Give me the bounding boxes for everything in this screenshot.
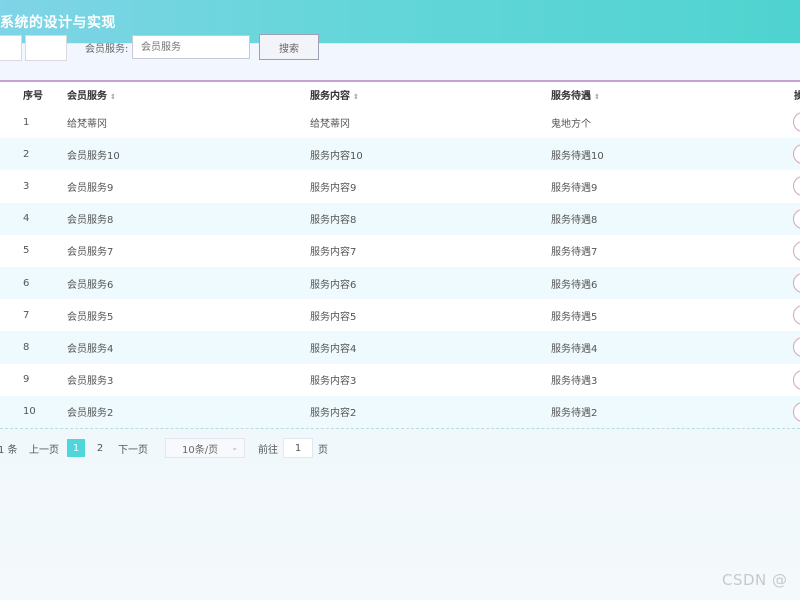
row-index: 1 (23, 116, 30, 128)
row-service: 会员服务6 (67, 279, 114, 291)
column-header-operation: 操 (794, 90, 800, 102)
table-row: 6 会员服务6 服务内容6 服务待遇6 (0, 266, 800, 300)
row-service: 会员服务7 (67, 247, 114, 259)
row-treatment: 服务待遇9 (551, 182, 598, 194)
row-action-button[interactable] (793, 305, 800, 326)
table-row: 10 会员服务2 服务内容2 服务待遇2 (0, 395, 800, 428)
row-service: 会员服务8 (67, 215, 114, 227)
row-index: 9 (23, 374, 30, 386)
row-treatment: 服务待遇10 (551, 150, 604, 162)
toolbar-button-2[interactable] (25, 35, 67, 61)
column-header-index: 序号 (23, 90, 43, 102)
sort-icon[interactable]: ⇕ (110, 93, 116, 101)
row-content: 服务内容6 (310, 279, 357, 291)
member-service-filter-input[interactable] (132, 35, 250, 59)
row-content: 服务内容8 (310, 215, 357, 227)
column-header-content-label: 服务内容 (310, 90, 350, 102)
table-row: 5 会员服务7 服务内容7 服务待遇7 (0, 234, 800, 267)
pagination-page-unit: 页 (318, 445, 328, 456)
row-index: 6 (23, 277, 30, 289)
row-index: 5 (23, 245, 30, 257)
pagination-prev-button[interactable]: 上一页 (29, 441, 59, 456)
table-header: 序号 会员服务 ⇕ 服务内容 ⇕ 服务待遇 ⇕ 操 (0, 82, 800, 106)
sort-icon[interactable]: ⇕ (594, 93, 600, 101)
pagination-page-2[interactable]: 2 (91, 439, 109, 457)
row-service: 会员服务10 (67, 150, 120, 162)
row-index: 7 (23, 309, 30, 321)
row-service: 会员服务9 (67, 182, 114, 194)
row-index: 2 (23, 148, 30, 160)
row-content: 服务内容4 (310, 343, 357, 355)
column-header-content[interactable]: 服务内容 ⇕ (310, 87, 359, 102)
sort-icon[interactable]: ⇕ (353, 93, 359, 101)
row-treatment: 服务待遇2 (551, 408, 598, 420)
row-content: 服务内容5 (310, 311, 357, 323)
row-treatment: 服务待遇7 (551, 247, 598, 259)
row-treatment: 服务待遇4 (551, 343, 598, 355)
row-content: 服务内容7 (310, 247, 357, 259)
column-header-service-label: 会员服务 (67, 90, 107, 102)
row-action-button[interactable] (793, 240, 800, 261)
row-index: 8 (23, 341, 30, 353)
row-content: 服务内容3 (310, 376, 357, 388)
table-row: 8 会员服务4 服务内容4 服务待遇4 (0, 331, 800, 364)
table-row: 7 会员服务5 服务内容5 服务待遇5 (0, 299, 800, 332)
row-action-button[interactable] (793, 369, 800, 390)
row-treatment: 服务待遇8 (551, 215, 598, 227)
row-action-button[interactable] (793, 176, 800, 197)
row-action-button[interactable] (793, 144, 800, 165)
column-header-service[interactable]: 会员服务 ⇕ (67, 87, 116, 102)
toolbar-button-1[interactable] (0, 35, 22, 61)
pagination-page-1[interactable]: 1 (67, 439, 85, 457)
watermark: CSDN @ (722, 571, 788, 589)
column-header-treatment-label: 服务待遇 (551, 90, 591, 102)
row-action-button[interactable] (793, 112, 800, 132)
pagination-total: 1 条 (0, 445, 18, 456)
chevron-down-icon: ⌄ (231, 443, 238, 452)
row-index: 10 (23, 406, 36, 418)
table-row: 4 会员服务8 服务内容8 服务待遇8 (0, 202, 800, 235)
pagination-next-button[interactable]: 下一页 (118, 441, 148, 456)
row-action-button[interactable] (793, 337, 800, 358)
row-treatment: 服务待遇3 (551, 376, 598, 388)
row-action-button[interactable] (793, 272, 800, 293)
page-size-value: 10条/页 (182, 444, 219, 456)
table-row: 1 给梵蒂冈 给梵蒂冈 鬼地方个 (0, 106, 800, 139)
table-row: 3 会员服务9 服务内容9 服务待遇9 (0, 170, 800, 203)
filter-label: 会员服务: (85, 44, 129, 55)
table-row: 9 会员服务3 服务内容3 服务待遇3 (0, 363, 800, 396)
row-content: 服务内容2 (310, 408, 357, 420)
row-treatment: 服务待遇5 (551, 311, 598, 323)
row-content: 服务内容10 (310, 150, 363, 162)
row-index: 3 (23, 180, 30, 192)
toolbar: 会员服务: 搜索 (0, 30, 800, 75)
row-action-button[interactable] (793, 401, 800, 422)
row-content: 服务内容9 (310, 182, 357, 194)
pagination: 1 条 上一页 1 2 下一页 10条/页 ⌄ 前往 1 页 (0, 428, 800, 469)
search-button[interactable]: 搜索 (259, 34, 319, 60)
row-service: 会员服务2 (67, 408, 114, 420)
column-header-treatment[interactable]: 服务待遇 ⇕ (551, 87, 600, 102)
page-size-select[interactable]: 10条/页 ⌄ (165, 438, 245, 458)
row-treatment: 鬼地方个 (551, 118, 591, 130)
pagination-goto-label: 前往 (258, 445, 278, 456)
pagination-goto-input[interactable]: 1 (283, 438, 313, 458)
row-action-button[interactable] (793, 208, 800, 229)
row-service: 给梵蒂冈 (67, 118, 107, 130)
row-service: 会员服务5 (67, 311, 114, 323)
row-treatment: 服务待遇6 (551, 279, 598, 291)
row-index: 4 (23, 213, 30, 225)
row-content: 给梵蒂冈 (310, 118, 350, 130)
table-row: 2 会员服务10 服务内容10 服务待遇10 (0, 138, 800, 171)
row-service: 会员服务3 (67, 376, 114, 388)
page-title: 系统的设计与实现 (0, 15, 116, 31)
data-table: 序号 会员服务 ⇕ 服务内容 ⇕ 服务待遇 ⇕ 操 1 给梵蒂冈 给梵蒂冈 鬼地方个 … (0, 80, 800, 428)
row-service: 会员服务4 (67, 343, 114, 355)
